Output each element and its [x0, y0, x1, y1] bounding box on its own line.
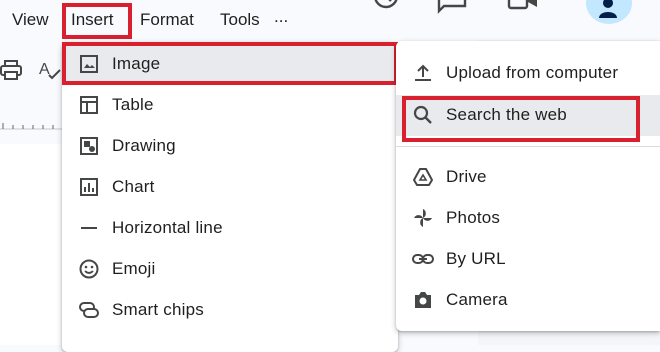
photos-icon — [414, 209, 432, 227]
video-icon[interactable] — [506, 0, 540, 16]
menu-item-chart[interactable]: Chart — [62, 167, 398, 208]
spellcheck-icon[interactable]: A — [38, 60, 62, 80]
upload-icon — [415, 64, 431, 81]
menu-tools[interactable]: Tools — [220, 9, 260, 31]
submenu-item-upload[interactable]: Upload from computer — [396, 53, 660, 94]
menu-format[interactable]: Format — [140, 9, 194, 31]
share-avatar-icon — [599, 0, 617, 18]
menu-item-horizontal-line[interactable]: Horizontal line — [62, 208, 398, 249]
smart-chips-icon — [79, 302, 99, 318]
table-icon — [80, 96, 98, 114]
menu-item-table[interactable]: Table — [62, 85, 398, 126]
history-icon[interactable] — [372, 0, 402, 16]
menu-item-smart-chips[interactable]: Smart chips — [62, 290, 398, 331]
camera-icon — [415, 292, 431, 308]
submenu-item-search-web[interactable]: Search the web — [396, 95, 660, 136]
drive-icon — [413, 168, 433, 186]
submenu-item-drive[interactable]: Drive — [396, 157, 660, 198]
menu-more[interactable]: ... — [274, 6, 288, 28]
search-icon — [413, 105, 432, 124]
ruler — [0, 123, 70, 130]
comment-icon[interactable] — [436, 0, 468, 16]
insert-menu: Image Table Drawing Chart Horizontal lin… — [62, 42, 398, 352]
submenu-item-camera[interactable]: Camera — [396, 280, 660, 321]
chart-icon — [80, 178, 98, 196]
menu-bar: View Insert Format Tools ... — [0, 0, 660, 40]
menu-item-emoji[interactable]: Emoji — [62, 249, 398, 290]
submenu-divider — [396, 146, 660, 147]
menu-view[interactable]: View — [12, 9, 49, 31]
horizontal-line-icon — [81, 227, 97, 229]
menu-item-drawing[interactable]: Drawing — [62, 126, 398, 167]
link-icon — [412, 254, 434, 264]
image-icon — [80, 55, 98, 73]
emoji-icon — [79, 259, 99, 279]
image-submenu: Upload from computer Search the web Driv… — [396, 41, 660, 331]
menu-insert[interactable]: Insert — [71, 9, 114, 31]
submenu-item-by-url[interactable]: By URL — [396, 239, 660, 280]
menu-item-image[interactable]: Image — [62, 44, 398, 85]
printer-icon[interactable] — [0, 60, 22, 80]
submenu-item-photos[interactable]: Photos — [396, 198, 660, 239]
document-page[interactable] — [0, 144, 70, 345]
svg-text:A: A — [39, 61, 50, 78]
drawing-icon — [80, 137, 98, 155]
